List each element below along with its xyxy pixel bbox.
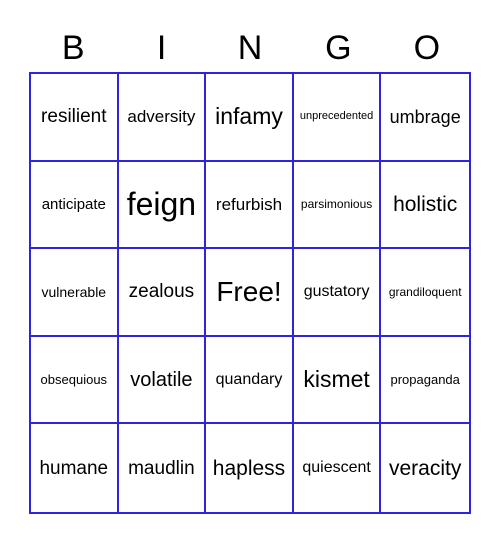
bingo-cell[interactable]: infamy: [206, 74, 294, 162]
header-letter-o: O: [413, 29, 441, 67]
bingo-cell[interactable]: propaganda: [381, 337, 469, 425]
cell-word: adversity: [127, 107, 196, 127]
bingo-cell[interactable]: resilient: [31, 74, 119, 162]
cell-word: volatile: [130, 368, 193, 391]
bingo-cell[interactable]: umbrage: [381, 74, 469, 162]
header-letter-n: N: [237, 29, 263, 67]
cell-word: zealous: [128, 281, 195, 303]
cell-word: unprecedented: [299, 110, 374, 123]
cell-word: anticipate: [41, 195, 106, 213]
cell-word: resilient: [41, 106, 107, 128]
cell-word: feign: [126, 186, 197, 223]
cell-word: humane: [39, 457, 109, 479]
bingo-cell[interactable]: gustatory: [293, 249, 382, 337]
bingo-cell[interactable]: unprecedented: [293, 74, 382, 162]
cell-word: vulnerable: [41, 283, 107, 300]
bingo-header: B I N G O: [29, 26, 471, 70]
cell-word: propaganda: [390, 372, 460, 388]
bingo-cell[interactable]: kismet: [293, 336, 382, 425]
bingo-cell[interactable]: feign: [118, 161, 207, 250]
cell-word: maudlin: [128, 457, 195, 479]
bingo-cell[interactable]: hapless: [206, 424, 294, 512]
header-letter-g: G: [325, 29, 352, 67]
bingo-cell[interactable]: volatile: [118, 336, 207, 425]
cell-word: veracity: [389, 456, 462, 480]
bingo-cell[interactable]: quandary: [206, 336, 294, 425]
bingo-cell[interactable]: maudlin: [119, 424, 207, 512]
cell-word: obsequious: [40, 372, 108, 388]
bingo-cell[interactable]: zealous: [118, 249, 207, 337]
bingo-cell[interactable]: adversity: [118, 74, 207, 162]
cell-word: refurbish: [215, 194, 283, 214]
free-space-cell[interactable]: Free!: [206, 249, 294, 337]
cell-word: quiescent: [302, 459, 371, 477]
cell-word: parsimonious: [300, 197, 373, 212]
cell-word: holistic: [393, 192, 458, 216]
bingo-cell[interactable]: anticipate: [31, 161, 119, 250]
header-letter-i: I: [156, 29, 167, 67]
bingo-cell[interactable]: quiescent: [294, 424, 382, 512]
bingo-cell[interactable]: grandiloquent: [381, 249, 469, 337]
bingo-cell[interactable]: holistic: [381, 162, 469, 250]
header-letter-b: B: [61, 29, 85, 67]
free-space-label: Free!: [216, 275, 282, 307]
cell-word: quandary: [215, 370, 283, 388]
bingo-cell[interactable]: parsimonious: [293, 161, 382, 250]
bingo-cell[interactable]: veracity: [381, 424, 469, 512]
cell-word: infamy: [215, 103, 283, 130]
cell-word: umbrage: [389, 106, 461, 127]
cell-word: hapless: [212, 456, 286, 480]
cell-word: gustatory: [303, 282, 370, 300]
cell-word: kismet: [303, 366, 370, 393]
cell-word: grandiloquent: [388, 284, 462, 299]
bingo-cell[interactable]: humane: [31, 424, 119, 512]
bingo-cell[interactable]: obsequious: [31, 336, 119, 425]
bingo-cell[interactable]: vulnerable: [31, 249, 119, 337]
bingo-board: resilient adversity infamy unprecedented…: [29, 72, 471, 514]
bingo-cell[interactable]: refurbish: [206, 161, 294, 250]
